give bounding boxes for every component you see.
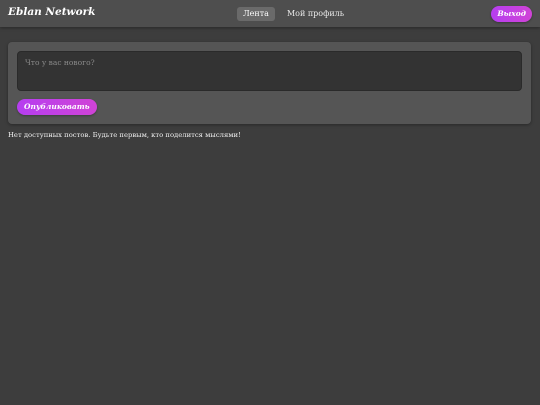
main-nav: Лента Мой профиль xyxy=(237,7,350,21)
nav-item-feed[interactable]: Лента xyxy=(237,7,275,21)
top-navbar: Eblan Network Лента Мой профиль Выход xyxy=(0,0,540,27)
brand-logo-text[interactable]: Eblan Network xyxy=(8,6,95,18)
logout-button[interactable]: Выход xyxy=(491,6,532,22)
publish-button[interactable]: Опубликовать xyxy=(17,99,97,115)
empty-feed-message: Нет доступных постов. Будьте первым, кто… xyxy=(8,131,241,139)
post-input[interactable] xyxy=(17,51,522,91)
post-composer: Опубликовать xyxy=(8,42,531,124)
nav-item-my-profile[interactable]: Мой профиль xyxy=(281,7,350,21)
